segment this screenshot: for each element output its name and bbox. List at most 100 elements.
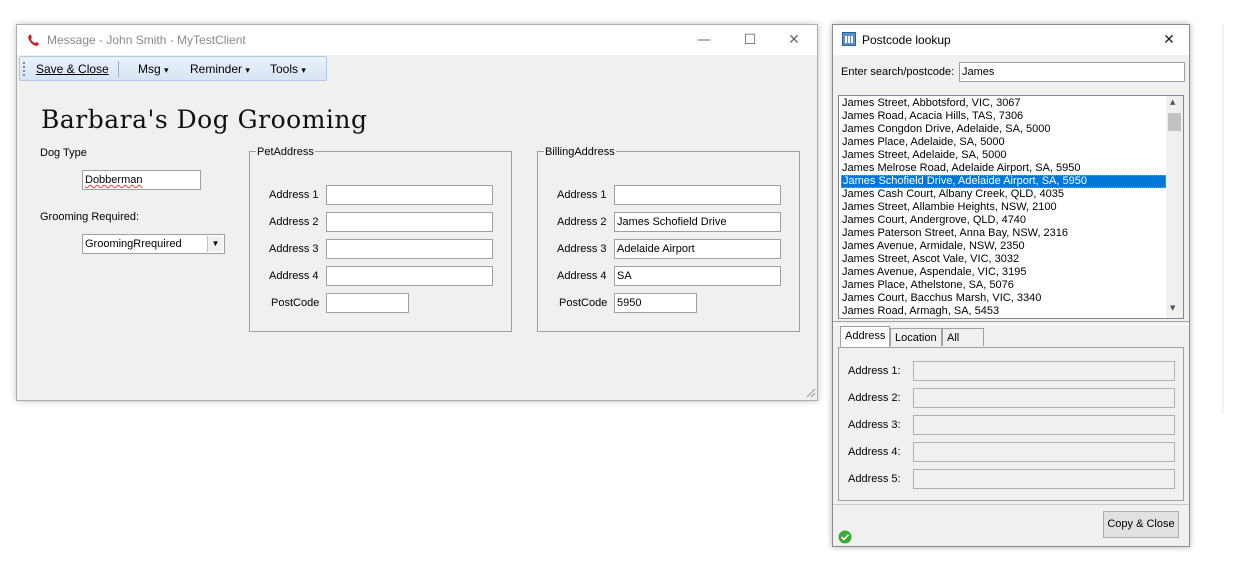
reminder-menu[interactable]: Reminder ▾	[190, 62, 250, 76]
grooming-value: GroomingRrequired	[85, 238, 182, 250]
address3-field	[913, 415, 1175, 435]
reminder-label: Reminder	[190, 62, 243, 76]
list-item[interactable]: James Street, Adelaide, SA, 5000	[841, 149, 1167, 162]
resize-grip-icon[interactable]	[805, 387, 816, 398]
list-item[interactable]: James Road, Acacia Hills, TAS, 7306	[841, 110, 1167, 123]
results-list[interactable]: James Street, Abbotsford, VIC, 3067 James…	[838, 95, 1184, 319]
close-button[interactable]: ✕	[1151, 25, 1187, 55]
address1-label: Address 1:	[848, 365, 901, 377]
billing-address1-label: Address 1	[557, 189, 607, 201]
address5-field	[913, 469, 1175, 489]
pet-address3-field[interactable]	[326, 239, 493, 259]
list-item[interactable]: James Road, Armagh, SA, 5453	[841, 305, 1167, 318]
billing-address1-field[interactable]	[614, 185, 781, 205]
pet-address2-field[interactable]	[326, 212, 493, 232]
toolbar: Save & Close Msg ▾ Reminder ▾ Tools ▾	[19, 56, 327, 81]
pet-postcode-label: PostCode	[271, 297, 320, 309]
billing-address-title: BillingAddress	[544, 146, 616, 158]
tab-address[interactable]: Address	[840, 326, 891, 348]
pet-address1-field[interactable]	[326, 185, 493, 205]
billing-address4-label: Address 4	[557, 270, 607, 282]
billing-postcode-field[interactable]: 5950	[614, 293, 697, 313]
grooming-label: Grooming Required:	[40, 211, 140, 223]
save-close-label: Save & Close	[36, 62, 109, 76]
scroll-up-icon[interactable]: ▲	[1170, 98, 1175, 106]
grooming-select[interactable]: GroomingRrequired ▼	[82, 234, 225, 254]
list-item[interactable]: James Melrose Road, Adelaide Airport, SA…	[841, 162, 1167, 175]
list-item[interactable]: James Congdon Drive, Adelaide, SA, 5000	[841, 123, 1167, 136]
window-title: Postcode lookup	[862, 33, 951, 47]
background-window-edge	[1222, 24, 1224, 414]
dog-type-label: Dog Type	[40, 147, 87, 159]
billing-address-group: BillingAddress Address 1 Address 2 James…	[537, 146, 800, 332]
pet-address-title: PetAddress	[256, 146, 315, 158]
business-title: Barbara's Dog Grooming	[41, 105, 368, 134]
dog-type-field[interactable]: Dobberman	[82, 170, 201, 190]
title-bar[interactable]: Postcode lookup ✕	[833, 25, 1189, 55]
address2-field	[913, 388, 1175, 408]
msg-menu[interactable]: Msg ▾	[138, 62, 169, 76]
pet-postcode-field[interactable]	[326, 293, 409, 313]
tab-all[interactable]: All	[942, 328, 984, 346]
chevron-down-icon: ▾	[301, 65, 306, 75]
pet-address4-field[interactable]	[326, 266, 493, 286]
scroll-thumb[interactable]	[1168, 113, 1181, 131]
scroll-down-icon[interactable]: ▼	[1170, 304, 1175, 312]
maximize-button[interactable]: ☐	[727, 25, 773, 55]
list-item[interactable]: James Street, Abbotsford, VIC, 3067	[841, 97, 1167, 110]
window-title: Message - John Smith - MyTestClient	[47, 33, 246, 47]
billing-postcode-label: PostCode	[559, 297, 608, 309]
list-item[interactable]: James Court, Andergrove, QLD, 4740	[841, 214, 1167, 227]
list-item[interactable]: James Court, Bacchus Marsh, VIC, 3340	[841, 292, 1167, 305]
splitter[interactable]	[833, 321, 1189, 325]
list-item[interactable]: James Place, Adelaide, SA, 5000	[841, 136, 1167, 149]
message-window: Message - John Smith - MyTestClient — ☐ …	[16, 24, 818, 401]
address4-label: Address 4:	[848, 446, 901, 458]
tools-label: Tools	[270, 62, 299, 76]
pet-address4-label: Address 4	[269, 270, 319, 282]
list-item[interactable]: James Street, Ascot Vale, VIC, 3032	[841, 253, 1167, 266]
search-label: Enter search/postcode:	[841, 66, 955, 78]
billing-address4-field[interactable]: SA	[614, 266, 781, 286]
close-button[interactable]: ✕	[771, 25, 817, 55]
billing-address2-label: Address 2	[557, 216, 607, 228]
chevron-down-icon: ▾	[164, 65, 169, 75]
pet-address1-label: Address 1	[269, 189, 319, 201]
ok-icon	[838, 530, 852, 544]
dropdown-arrow-icon[interactable]: ▼	[207, 236, 223, 252]
address5-label: Address 5:	[848, 473, 901, 485]
address-tab-panel: Address 1: Address 2: Address 3: Address…	[838, 347, 1184, 501]
pet-address-group: PetAddress Address 1 Address 2 Address 3…	[249, 146, 512, 332]
tab-location[interactable]: Location	[890, 328, 942, 346]
list-item[interactable]: James Street, Allambie Heights, NSW, 210…	[841, 201, 1167, 214]
toolbar-grip[interactable]	[23, 62, 27, 76]
billing-address2-field[interactable]: James Schofield Drive	[614, 212, 781, 232]
billing-address3-field[interactable]: Adelaide Airport	[614, 239, 781, 259]
list-item[interactable]: James Paterson Street, Anna Bay, NSW, 23…	[841, 227, 1167, 240]
address3-label: Address 3:	[848, 419, 901, 431]
toolbar-separator	[118, 61, 119, 77]
postcode-lookup-window: Postcode lookup ✕ Enter search/postcode:…	[832, 24, 1190, 547]
tools-menu[interactable]: Tools ▾	[270, 62, 306, 76]
title-bar[interactable]: Message - John Smith - MyTestClient — ☐ …	[17, 25, 817, 55]
vertical-scrollbar[interactable]: ▲ ▼	[1166, 96, 1183, 318]
phone-icon	[28, 34, 39, 46]
minimize-button[interactable]: —	[681, 25, 727, 55]
address2-label: Address 2:	[848, 392, 901, 404]
list-item[interactable]: James Place, Athelstone, SA, 5076	[841, 279, 1167, 292]
calendar-icon	[842, 32, 856, 46]
address1-field	[913, 361, 1175, 381]
list-item[interactable]: James Avenue, Armidale, NSW, 2350	[841, 240, 1167, 253]
list-item[interactable]: James Cash Court, Albany Creek, QLD, 403…	[841, 188, 1167, 201]
address4-field	[913, 442, 1175, 462]
list-item[interactable]: James Avenue, Aspendale, VIC, 3195	[841, 266, 1167, 279]
dog-type-value: Dobberman	[85, 174, 143, 186]
save-close-button[interactable]: Save & Close	[36, 62, 109, 76]
copy-close-button[interactable]: Copy & Close	[1103, 511, 1179, 538]
list-item-selected[interactable]: James Schofield Drive, Adelaide Airport,…	[841, 175, 1166, 188]
chevron-down-icon: ▾	[245, 65, 250, 75]
pet-address3-label: Address 3	[269, 243, 319, 255]
search-input[interactable]: James	[959, 62, 1185, 82]
pet-address2-label: Address 2	[269, 216, 319, 228]
divider	[833, 504, 1189, 505]
